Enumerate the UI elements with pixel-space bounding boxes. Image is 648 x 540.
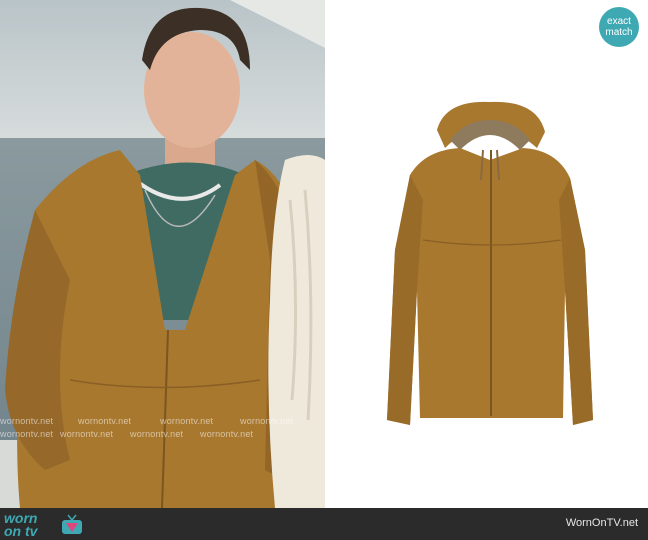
logo-text-bottom: on tv xyxy=(4,523,38,539)
badge-line2: match xyxy=(605,27,633,38)
watermark-text: wornontv.net xyxy=(240,416,294,426)
site-name[interactable]: WornOnTV.net xyxy=(566,517,638,529)
watermark-text: wornontv.net xyxy=(200,429,254,439)
watermark-text: wornontv.net xyxy=(130,429,184,439)
jacket-illustration xyxy=(387,101,593,425)
watermark-text: wornontv.net xyxy=(0,429,54,439)
wornontv-logo[interactable]: worn on tv xyxy=(4,510,86,538)
watermark-text: wornontv.net xyxy=(160,416,214,426)
exact-match-badge: exact match xyxy=(599,7,639,47)
watermark-text: wornontv.net xyxy=(78,416,132,426)
footer-bar: worn on tv WornOnTV.net xyxy=(0,508,648,540)
product-image xyxy=(325,0,648,508)
watermark-text: wornontv.net xyxy=(0,416,54,426)
watermark-text: wornontv.net xyxy=(60,429,114,439)
badge-line1: exact xyxy=(607,16,631,27)
tv-icon xyxy=(62,514,82,534)
